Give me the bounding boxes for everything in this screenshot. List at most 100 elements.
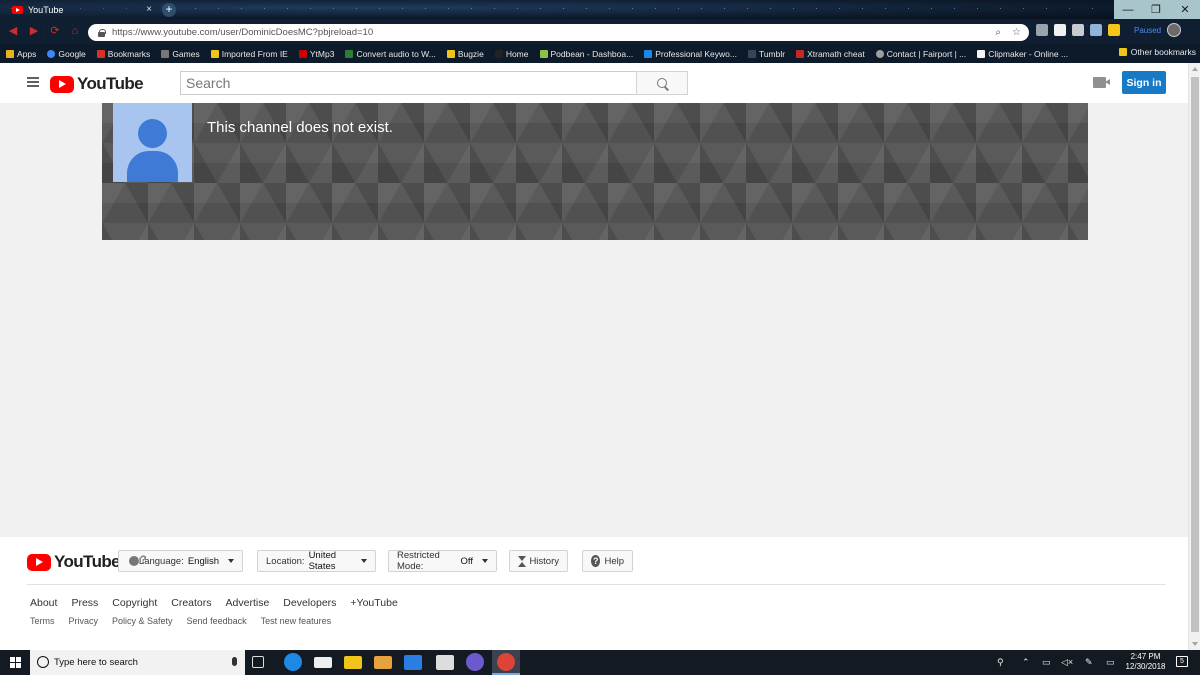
footer-link-developers[interactable]: Developers	[283, 597, 336, 609]
bookmark-item[interactable]: Professional Keywo...	[644, 49, 737, 59]
back-icon[interactable]: ◀	[6, 24, 20, 38]
clock-date: 12/30/2018	[1125, 662, 1166, 671]
bookmark-icon	[796, 49, 805, 58]
tab-close-icon[interactable]: ×	[146, 4, 152, 15]
bookmark-item[interactable]: Bookmarks	[96, 49, 150, 59]
address-bar[interactable]: https://www.youtube.com/user/DominicDoes…	[88, 24, 1029, 41]
url-text[interactable]: https://www.youtube.com/user/DominicDoes…	[112, 27, 373, 38]
reload-icon[interactable]: ⟳	[48, 24, 62, 38]
microphone-icon[interactable]	[232, 657, 237, 666]
volume-icon[interactable]: ◁×	[1061, 657, 1073, 668]
apps-icon	[6, 49, 14, 58]
tray-overflow-icon[interactable]: ⌃	[1022, 657, 1030, 668]
bookmark-star-icon[interactable]: ☆	[1012, 27, 1021, 38]
new-tab-button[interactable]: +	[162, 3, 176, 17]
extension-icon[interactable]	[1036, 24, 1048, 36]
people-icon[interactable]: ⚲	[997, 657, 1004, 668]
zoom-icon[interactable]: ⌕	[995, 27, 1001, 38]
bookmark-item[interactable]: Contact | Fairport | ...	[875, 49, 966, 59]
mail-icon[interactable]	[314, 657, 332, 668]
bookmark-item[interactable]: Podbean - Dashboa...	[539, 49, 633, 59]
tumblr-icon	[747, 49, 756, 58]
footer-secondary-links: Terms Privacy Policy & Safety Send feedb…	[30, 616, 331, 626]
history-button[interactable]: History	[509, 550, 568, 572]
bookmark-item[interactable]: Tumblr	[747, 49, 785, 59]
hourglass-icon	[518, 555, 527, 567]
store-icon[interactable]	[404, 655, 422, 670]
bookmark-icon	[96, 49, 105, 58]
window-restore-button[interactable]: ❐	[1142, 0, 1170, 19]
youtube-logo[interactable]: YouTube	[50, 74, 144, 94]
extension-icon[interactable]	[1108, 24, 1120, 36]
extension-icon[interactable]	[1072, 24, 1084, 36]
footer-link-plus-youtube[interactable]: +YouTube	[350, 597, 397, 609]
bookmark-folder[interactable]: Imported From IE	[210, 49, 288, 59]
browser-app-icon[interactable]	[466, 653, 484, 671]
footer-link-send-feedback[interactable]: Send feedback	[187, 616, 247, 626]
bookmark-item[interactable]: Convert audio to W...	[345, 49, 436, 59]
upload-video-icon[interactable]	[1093, 77, 1110, 88]
forward-icon[interactable]: ▶	[27, 24, 41, 38]
taskbar-clock[interactable]: 2:47 PM 12/30/2018	[1123, 652, 1168, 672]
page-scrollbar[interactable]	[1188, 63, 1200, 650]
bookmark-item[interactable]: Clipmaker - Online ...	[977, 49, 1068, 59]
edge-icon[interactable]	[284, 653, 302, 671]
footer-youtube-logo[interactable]: YouTube	[27, 552, 121, 572]
footer-link-copyright[interactable]: Copyright	[112, 597, 157, 609]
language-icon	[127, 554, 147, 567]
media-player-icon[interactable]	[374, 656, 392, 669]
default-avatar-icon	[113, 103, 192, 182]
calendar-icon[interactable]	[436, 655, 454, 670]
window-minimize-button[interactable]: —	[1114, 0, 1142, 19]
bookmark-item[interactable]: YtMp3	[298, 49, 334, 59]
pen-icon[interactable]: ✎	[1085, 657, 1093, 668]
bookmark-folder[interactable]: Bugzie	[446, 49, 484, 59]
footer-link-test-new-features[interactable]: Test new features	[261, 616, 332, 626]
menu-icon[interactable]	[27, 77, 39, 87]
footer-link-policy-safety[interactable]: Policy & Safety	[112, 616, 173, 626]
language-picker-button[interactable]: Language: English	[118, 550, 243, 572]
bookmark-item[interactable]: Games	[161, 49, 200, 59]
taskbar-search-placeholder: Type here to search	[54, 657, 138, 668]
footer-divider	[27, 584, 1166, 585]
footer-link-press[interactable]: Press	[71, 597, 98, 609]
window-close-button[interactable]: ✕	[1170, 0, 1200, 19]
keyboard-icon[interactable]: ▭	[1106, 657, 1115, 668]
profile-avatar[interactable]	[1167, 23, 1182, 37]
help-icon: ?	[591, 555, 601, 567]
help-button[interactable]: ? Help	[582, 550, 633, 572]
bookmarks-bar: Apps Google Bookmarks Games Imported Fro…	[0, 44, 1200, 63]
scrollbar-thumb[interactable]	[1191, 77, 1199, 632]
scroll-up-icon[interactable]	[1192, 67, 1198, 71]
taskbar-search-box[interactable]: Type here to search	[30, 650, 245, 675]
bookmark-item[interactable]: Apps	[6, 49, 36, 59]
location-picker-button[interactable]: Location: United States	[257, 550, 376, 572]
browser-tab[interactable]: YouTube ×	[0, 0, 160, 19]
extension-icon[interactable]	[1090, 24, 1102, 36]
search-input[interactable]	[180, 71, 637, 95]
bookmark-item[interactable]: Home	[494, 49, 529, 59]
bookmark-item[interactable]: Google	[47, 49, 86, 59]
network-icon[interactable]: ▭	[1042, 657, 1051, 668]
file-explorer-icon[interactable]	[344, 656, 362, 669]
extension-icon[interactable]	[1054, 24, 1066, 36]
bookmark-item[interactable]: Xtramath cheat	[796, 49, 865, 59]
sign-in-button[interactable]: Sign in	[1122, 71, 1166, 94]
home-icon[interactable]: ⌂	[68, 24, 82, 38]
scroll-down-icon[interactable]	[1192, 642, 1198, 646]
footer-link-creators[interactable]: Creators	[171, 597, 211, 609]
footer-link-privacy[interactable]: Privacy	[69, 616, 99, 626]
youtube-favicon-icon	[12, 5, 23, 14]
profile-status[interactable]: Paused	[1134, 26, 1161, 35]
clock-time: 2:47 PM	[1130, 652, 1161, 661]
other-bookmarks[interactable]: Other bookmarks	[1118, 47, 1196, 57]
footer-link-advertise[interactable]: Advertise	[226, 597, 270, 609]
footer-link-terms[interactable]: Terms	[30, 616, 55, 626]
restricted-mode-button[interactable]: Restricted Mode: Off	[388, 550, 497, 572]
windows-start-icon[interactable]	[10, 657, 21, 668]
youtube-footer: YouTube Language: English Location: Unit…	[0, 537, 1188, 650]
search-button[interactable]	[636, 71, 688, 95]
notification-center-icon[interactable]: 5	[1176, 656, 1188, 667]
footer-link-about[interactable]: About	[30, 597, 57, 609]
task-view-icon[interactable]	[252, 656, 264, 668]
